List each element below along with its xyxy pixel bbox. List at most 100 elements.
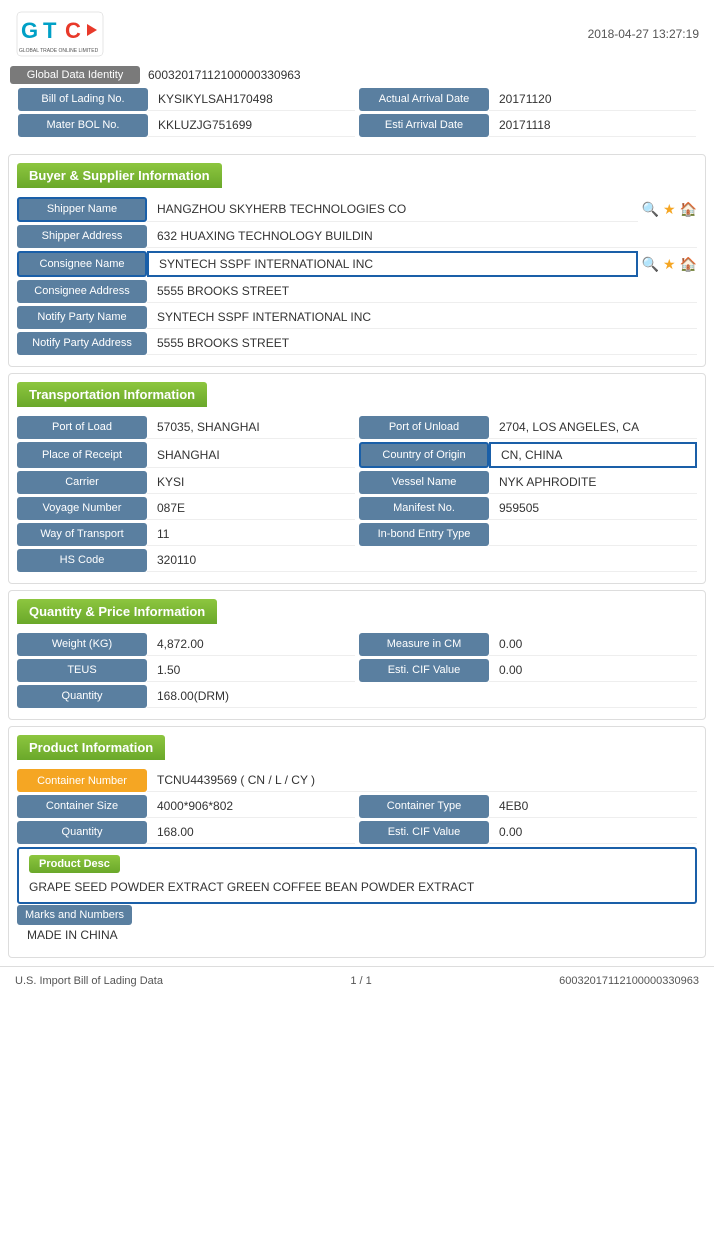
weight-measure-row: Weight (KG) 4,872.00 Measure in CM 0.00 bbox=[17, 633, 697, 656]
notify-party-address-row: Notify Party Address 5555 BROOKS STREET bbox=[17, 332, 697, 355]
carrier-left: Carrier KYSI bbox=[17, 471, 355, 494]
product-quantity-value: 168.00 bbox=[147, 821, 355, 844]
star-icon[interactable]: ★ bbox=[663, 201, 676, 218]
container-type-right: Container Type 4EB0 bbox=[359, 795, 697, 818]
weight-left: Weight (KG) 4,872.00 bbox=[17, 633, 355, 656]
datetime: 2018-04-27 13:27:19 bbox=[588, 27, 699, 41]
container-size-label: Container Size bbox=[17, 795, 147, 818]
voyage-number-value: 087E bbox=[147, 497, 355, 520]
container-type-value: 4EB0 bbox=[489, 795, 697, 818]
svg-text:GLOBAL TRADE ONLINE LIMITED: GLOBAL TRADE ONLINE LIMITED bbox=[19, 48, 99, 54]
global-data-value: 60032017112100000330963 bbox=[148, 68, 301, 82]
esti-arrival-right: Esti Arrival Date 20171118 bbox=[359, 114, 696, 137]
country-of-origin-value: CN, CHINA bbox=[489, 442, 697, 468]
port-load-left: Port of Load 57035, SHANGHAI bbox=[17, 416, 355, 439]
port-unload-right: Port of Unload 2704, LOS ANGELES, CA bbox=[359, 416, 697, 439]
product-info-card: Product Information Container Number TCN… bbox=[8, 726, 706, 958]
quantity-label: Quantity bbox=[17, 685, 147, 708]
transportation-card: Transportation Information Port of Load … bbox=[8, 373, 706, 584]
bol-row: Bill of Lading No. KYSIKYLSAH170498 Actu… bbox=[18, 88, 696, 111]
hs-code-label: HS Code bbox=[17, 549, 147, 572]
manifest-no-value: 959505 bbox=[489, 497, 697, 520]
consignee-name-row: Consignee Name SYNTECH SSPF INTERNATIONA… bbox=[17, 251, 697, 277]
product-quantity-left: Quantity 168.00 bbox=[17, 821, 355, 844]
product-esti-cif-value: 0.00 bbox=[489, 821, 697, 844]
buyer-supplier-card: Buyer & Supplier Information Shipper Nam… bbox=[8, 154, 706, 367]
teus-cif-row: TEUS 1.50 Esti. CIF Value 0.00 bbox=[17, 659, 697, 682]
bol-left: Bill of Lading No. KYSIKYLSAH170498 bbox=[18, 88, 355, 111]
container-number-label: Container Number bbox=[17, 769, 147, 792]
consignee-home-icon[interactable]: 🏠 bbox=[680, 256, 697, 273]
gtc-logo: G T C GLOBAL TRADE ONLINE LIMITED bbox=[15, 10, 105, 58]
container-size-left: Container Size 4000*906*802 bbox=[17, 795, 355, 818]
actual-arrival-label: Actual Arrival Date bbox=[359, 88, 489, 111]
container-number-row: Container Number TCNU4439569 ( CN / L / … bbox=[17, 769, 697, 792]
footer-right: 60032017112100000330963 bbox=[559, 975, 699, 987]
esti-arrival-label: Esti Arrival Date bbox=[359, 114, 489, 137]
product-desc-label: Product Desc bbox=[29, 855, 120, 873]
global-data-row: Global Data Identity 6003201711210000033… bbox=[10, 66, 704, 84]
consignee-search-icon[interactable]: 🔍 bbox=[642, 256, 659, 273]
notify-party-name-value: SYNTECH SSPF INTERNATIONAL INC bbox=[147, 306, 697, 329]
consignee-address-label: Consignee Address bbox=[17, 280, 147, 303]
product-quantity-label: Quantity bbox=[17, 821, 147, 844]
teus-label: TEUS bbox=[17, 659, 147, 682]
home-icon[interactable]: 🏠 bbox=[680, 201, 697, 218]
container-size-value: 4000*906*802 bbox=[147, 795, 355, 818]
master-bol-value: KKLUZJG751699 bbox=[148, 114, 355, 137]
way-of-transport-label: Way of Transport bbox=[17, 523, 147, 546]
product-quantity-cif-row: Quantity 168.00 Esti. CIF Value 0.00 bbox=[17, 821, 697, 844]
identity-section: Global Data Identity 6003201711210000033… bbox=[0, 66, 714, 148]
consignee-address-value: 5555 BROOKS STREET bbox=[147, 280, 697, 303]
actual-arrival-value: 20171120 bbox=[489, 88, 696, 111]
shipper-name-icons: 🔍 ★ 🏠 bbox=[642, 197, 697, 222]
container-number-value: TCNU4439569 ( CN / L / CY ) bbox=[147, 769, 697, 792]
bol-label: Bill of Lading No. bbox=[18, 88, 148, 111]
quantity-price-title: Quantity & Price Information bbox=[17, 599, 217, 624]
shipper-name-row: Shipper Name HANGZHOU SKYHERB TECHNOLOGI… bbox=[17, 197, 697, 222]
marks-label: Marks and Numbers bbox=[17, 905, 132, 925]
in-bond-entry-value bbox=[489, 523, 697, 546]
voyage-number-label: Voyage Number bbox=[17, 497, 147, 520]
place-receipt-left: Place of Receipt SHANGHAI bbox=[17, 442, 355, 468]
teus-left: TEUS 1.50 bbox=[17, 659, 355, 682]
notify-party-name-label: Notify Party Name bbox=[17, 306, 147, 329]
shipper-address-row: Shipper Address 632 HUAXING TECHNOLOGY B… bbox=[17, 225, 697, 248]
country-of-origin-label: Country of Origin bbox=[359, 442, 489, 468]
header: G T C GLOBAL TRADE ONLINE LIMITED 2018-0… bbox=[0, 0, 714, 66]
footer-left: U.S. Import Bill of Lading Data bbox=[15, 975, 163, 987]
measure-in-cm-value: 0.00 bbox=[489, 633, 697, 656]
way-of-transport-value: 11 bbox=[147, 523, 355, 546]
product-desc-box: Product Desc GRAPE SEED POWDER EXTRACT G… bbox=[17, 847, 697, 904]
product-desc-value: GRAPE SEED POWDER EXTRACT GREEN COFFEE B… bbox=[29, 879, 685, 896]
port-of-unload-value: 2704, LOS ANGELES, CA bbox=[489, 416, 697, 439]
manifest-no-label: Manifest No. bbox=[359, 497, 489, 520]
svg-text:C: C bbox=[65, 18, 81, 43]
consignee-address-row: Consignee Address 5555 BROOKS STREET bbox=[17, 280, 697, 303]
marks-section: Marks and Numbers MADE IN CHINA bbox=[17, 907, 697, 946]
marks-value: MADE IN CHINA bbox=[17, 924, 697, 946]
esti-arrival-value: 20171118 bbox=[489, 114, 696, 137]
product-info-title: Product Information bbox=[17, 735, 165, 760]
weight-value: 4,872.00 bbox=[147, 633, 355, 656]
place-of-receipt-label: Place of Receipt bbox=[17, 442, 147, 468]
consignee-star-icon[interactable]: ★ bbox=[663, 256, 676, 273]
receipt-origin-row: Place of Receipt SHANGHAI Country of Ori… bbox=[17, 442, 697, 468]
shipper-address-label: Shipper Address bbox=[17, 225, 147, 248]
global-data-label: Global Data Identity bbox=[10, 66, 140, 84]
vessel-name-label: Vessel Name bbox=[359, 471, 489, 494]
footer: U.S. Import Bill of Lading Data 1 / 1 60… bbox=[0, 966, 714, 995]
page-wrapper: G T C GLOBAL TRADE ONLINE LIMITED 2018-0… bbox=[0, 0, 714, 1246]
search-icon[interactable]: 🔍 bbox=[642, 201, 659, 218]
master-bol-left: Mater BOL No. KKLUZJG751699 bbox=[18, 114, 355, 137]
shipper-address-value: 632 HUAXING TECHNOLOGY BUILDIN bbox=[147, 225, 697, 248]
esti-cif-label: Esti. CIF Value bbox=[359, 659, 489, 682]
container-type-label: Container Type bbox=[359, 795, 489, 818]
vessel-right: Vessel Name NYK APHRODITE bbox=[359, 471, 697, 494]
quantity-row: Quantity 168.00(DRM) bbox=[17, 685, 697, 708]
svg-text:T: T bbox=[43, 18, 57, 43]
svg-text:G: G bbox=[21, 18, 38, 43]
manifest-right: Manifest No. 959505 bbox=[359, 497, 697, 520]
bol-value: KYSIKYLSAH170498 bbox=[148, 88, 355, 111]
consignee-name-icons: 🔍 ★ 🏠 bbox=[642, 251, 697, 277]
